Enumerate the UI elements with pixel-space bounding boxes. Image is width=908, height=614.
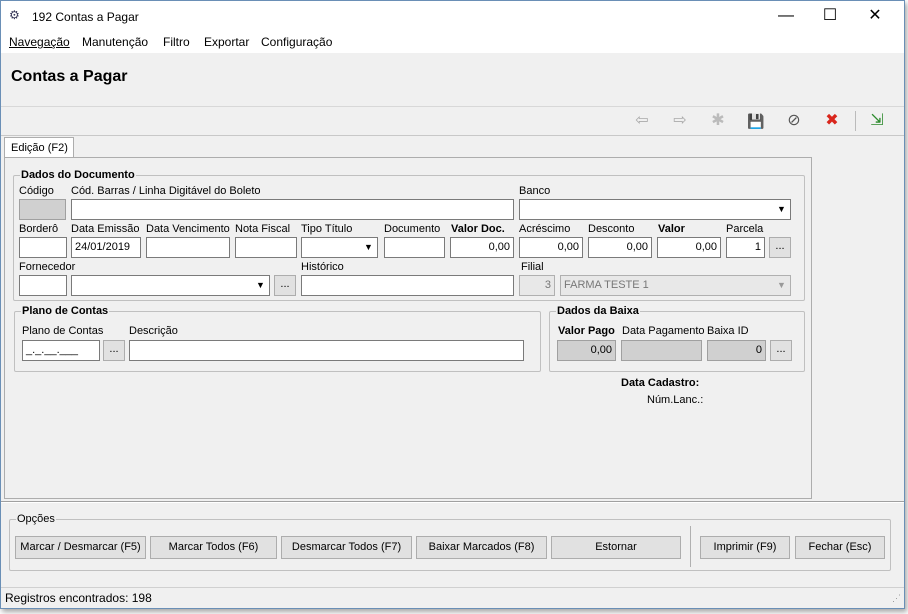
- toolbar: ⇦ ⇨ ✱ 💾 ⊘ ✖ ⇲: [1, 107, 904, 136]
- menu-bar: Navegação Manutenção Filtro Exportar Con…: [1, 31, 904, 53]
- desconto-label: Desconto: [588, 223, 635, 235]
- fornecedor-label: Fornecedor: [19, 261, 76, 273]
- baixa-id-label: Baixa ID: [707, 325, 749, 337]
- status-text: Registros encontrados: 198: [5, 591, 152, 605]
- tab-edicao[interactable]: Edição (F2): [4, 137, 74, 158]
- data-pagamento-label: Data Pagamento: [622, 325, 705, 337]
- valor-label: Valor: [658, 223, 685, 235]
- cod-barras-field[interactable]: [71, 199, 514, 220]
- chevron-down-icon: ▼: [364, 242, 373, 252]
- acrescimo-label: Acréscimo: [519, 223, 571, 235]
- app-icon: ⚙: [9, 8, 20, 22]
- close-button[interactable]: ✕: [853, 1, 897, 31]
- tab-edicao-label: Edição (F2): [11, 142, 68, 154]
- data-pagamento-field: [621, 340, 702, 361]
- valor-doc-field[interactable]: 0,00: [450, 237, 514, 258]
- opcoes-divider: [690, 526, 691, 567]
- menu-filtro[interactable]: Filtro: [163, 35, 190, 49]
- baixa-lookup-button[interactable]: ...: [770, 340, 792, 361]
- nota-fiscal-field[interactable]: [235, 237, 297, 258]
- bottom-separator: [1, 501, 904, 503]
- exit-icon[interactable]: ⇲: [865, 110, 889, 132]
- parcela-field[interactable]: 1: [726, 237, 765, 258]
- toolbar-divider: [855, 111, 856, 131]
- valor-doc-label: Valor Doc.: [451, 223, 505, 235]
- title-bar: ⚙ 192 Contas a Pagar — ☐ ✕: [1, 1, 904, 31]
- window-title: 192 Contas a Pagar: [32, 10, 139, 24]
- plano-lookup-button[interactable]: ...: [103, 340, 125, 361]
- dados-baixa-title: Dados da Baixa: [556, 305, 640, 317]
- filial-label: Filial: [521, 261, 544, 273]
- maximize-button[interactable]: ☐: [808, 1, 852, 31]
- chevron-down-icon: ▼: [777, 204, 786, 214]
- status-bar: Registros encontrados: 198 ⋰: [1, 587, 904, 608]
- new-record-icon[interactable]: ✱: [706, 110, 730, 132]
- chevron-down-icon: ▼: [256, 280, 265, 290]
- page-title: Contas a Pagar: [11, 68, 128, 85]
- menu-manutencao[interactable]: Manutenção: [82, 35, 148, 49]
- parcela-lookup-button[interactable]: ...: [769, 237, 791, 258]
- nota-fiscal-label: Nota Fiscal: [235, 223, 291, 235]
- cancel-icon[interactable]: ⊘: [782, 110, 806, 132]
- plano-contas-title: Plano de Contas: [21, 305, 110, 317]
- parcela-label: Parcela: [726, 223, 764, 235]
- descricao-field[interactable]: [129, 340, 524, 361]
- opcoes-title: Opções: [16, 513, 56, 525]
- app-window: ⚙ 192 Contas a Pagar — ☐ ✕ Navegação Man…: [0, 0, 905, 609]
- plano-label: Plano de Contas: [22, 325, 104, 337]
- valor-pago-field: 0,00: [557, 340, 616, 361]
- cod-barras-label: Cód. Barras / Linha Digitável do Boleto: [71, 185, 261, 197]
- valor-field[interactable]: 0,00: [657, 237, 721, 258]
- filial-code-field: 3: [519, 275, 555, 296]
- marcar-todos-button[interactable]: Marcar Todos (F6): [150, 536, 277, 559]
- banco-label: Banco: [519, 185, 551, 197]
- dados-documento-title: Dados do Documento: [20, 169, 136, 181]
- filial-select: FARMA TESTE 1 ▼: [560, 275, 791, 296]
- desmarcar-todos-button[interactable]: Desmarcar Todos (F7): [281, 536, 412, 559]
- bordero-field[interactable]: [19, 237, 67, 258]
- back-arrow-icon[interactable]: ⇦: [630, 110, 654, 132]
- data-cadastro-label: Data Cadastro:: [621, 377, 700, 389]
- baixar-marcados-button[interactable]: Baixar Marcados (F8): [416, 536, 547, 559]
- banco-select[interactable]: ▼: [519, 199, 791, 220]
- historico-label: Histórico: [301, 261, 344, 273]
- fechar-button[interactable]: Fechar (Esc): [795, 536, 885, 559]
- acrescimo-field[interactable]: 0,00: [519, 237, 583, 258]
- minimize-button[interactable]: —: [764, 1, 808, 31]
- codigo-field[interactable]: [19, 199, 66, 220]
- fornecedor-lookup-button[interactable]: ...: [274, 275, 296, 296]
- codigo-label: Código: [19, 185, 54, 197]
- filial-value: FARMA TESTE 1: [564, 279, 649, 291]
- data-emissao-field[interactable]: 24/01/2019: [71, 237, 141, 258]
- fornecedor-code-field[interactable]: [19, 275, 67, 296]
- menu-navegacao[interactable]: Navegação: [9, 35, 70, 49]
- page-header: Contas a Pagar: [1, 53, 904, 107]
- baixa-id-field: 0: [707, 340, 766, 361]
- resize-grip-icon[interactable]: ⋰: [892, 593, 901, 604]
- forward-arrow-icon[interactable]: ⇨: [668, 110, 692, 132]
- estornar-button[interactable]: Estornar: [551, 536, 681, 559]
- data-vencimento-label: Data Vencimento: [146, 223, 230, 235]
- documento-field[interactable]: [384, 237, 445, 258]
- imprimir-button[interactable]: Imprimir (F9): [700, 536, 790, 559]
- data-vencimento-field[interactable]: [146, 237, 230, 258]
- num-lanc-label: Núm.Lanc.:: [647, 394, 704, 406]
- menu-exportar[interactable]: Exportar: [204, 35, 249, 49]
- chevron-down-icon: ▼: [777, 280, 786, 290]
- menu-configuracao[interactable]: Configuração: [261, 35, 332, 49]
- tipo-titulo-select[interactable]: ▼: [301, 237, 378, 258]
- valor-pago-label: Valor Pago: [558, 325, 615, 337]
- bordero-label: Borderô: [19, 223, 59, 235]
- descricao-label: Descrição: [129, 325, 178, 337]
- data-emissao-label: Data Emissão: [71, 223, 140, 235]
- fornecedor-select[interactable]: ▼: [71, 275, 270, 296]
- save-icon[interactable]: 💾: [744, 110, 768, 132]
- desconto-field[interactable]: 0,00: [588, 237, 652, 258]
- tipo-titulo-label: Tipo Título: [301, 223, 353, 235]
- delete-icon[interactable]: ✖: [820, 110, 844, 132]
- marcar-desmarcar-button[interactable]: Marcar / Desmarcar (F5): [15, 536, 146, 559]
- plano-field[interactable]: _._.__.___: [22, 340, 100, 361]
- historico-field[interactable]: [301, 275, 514, 296]
- documento-label: Documento: [384, 223, 441, 235]
